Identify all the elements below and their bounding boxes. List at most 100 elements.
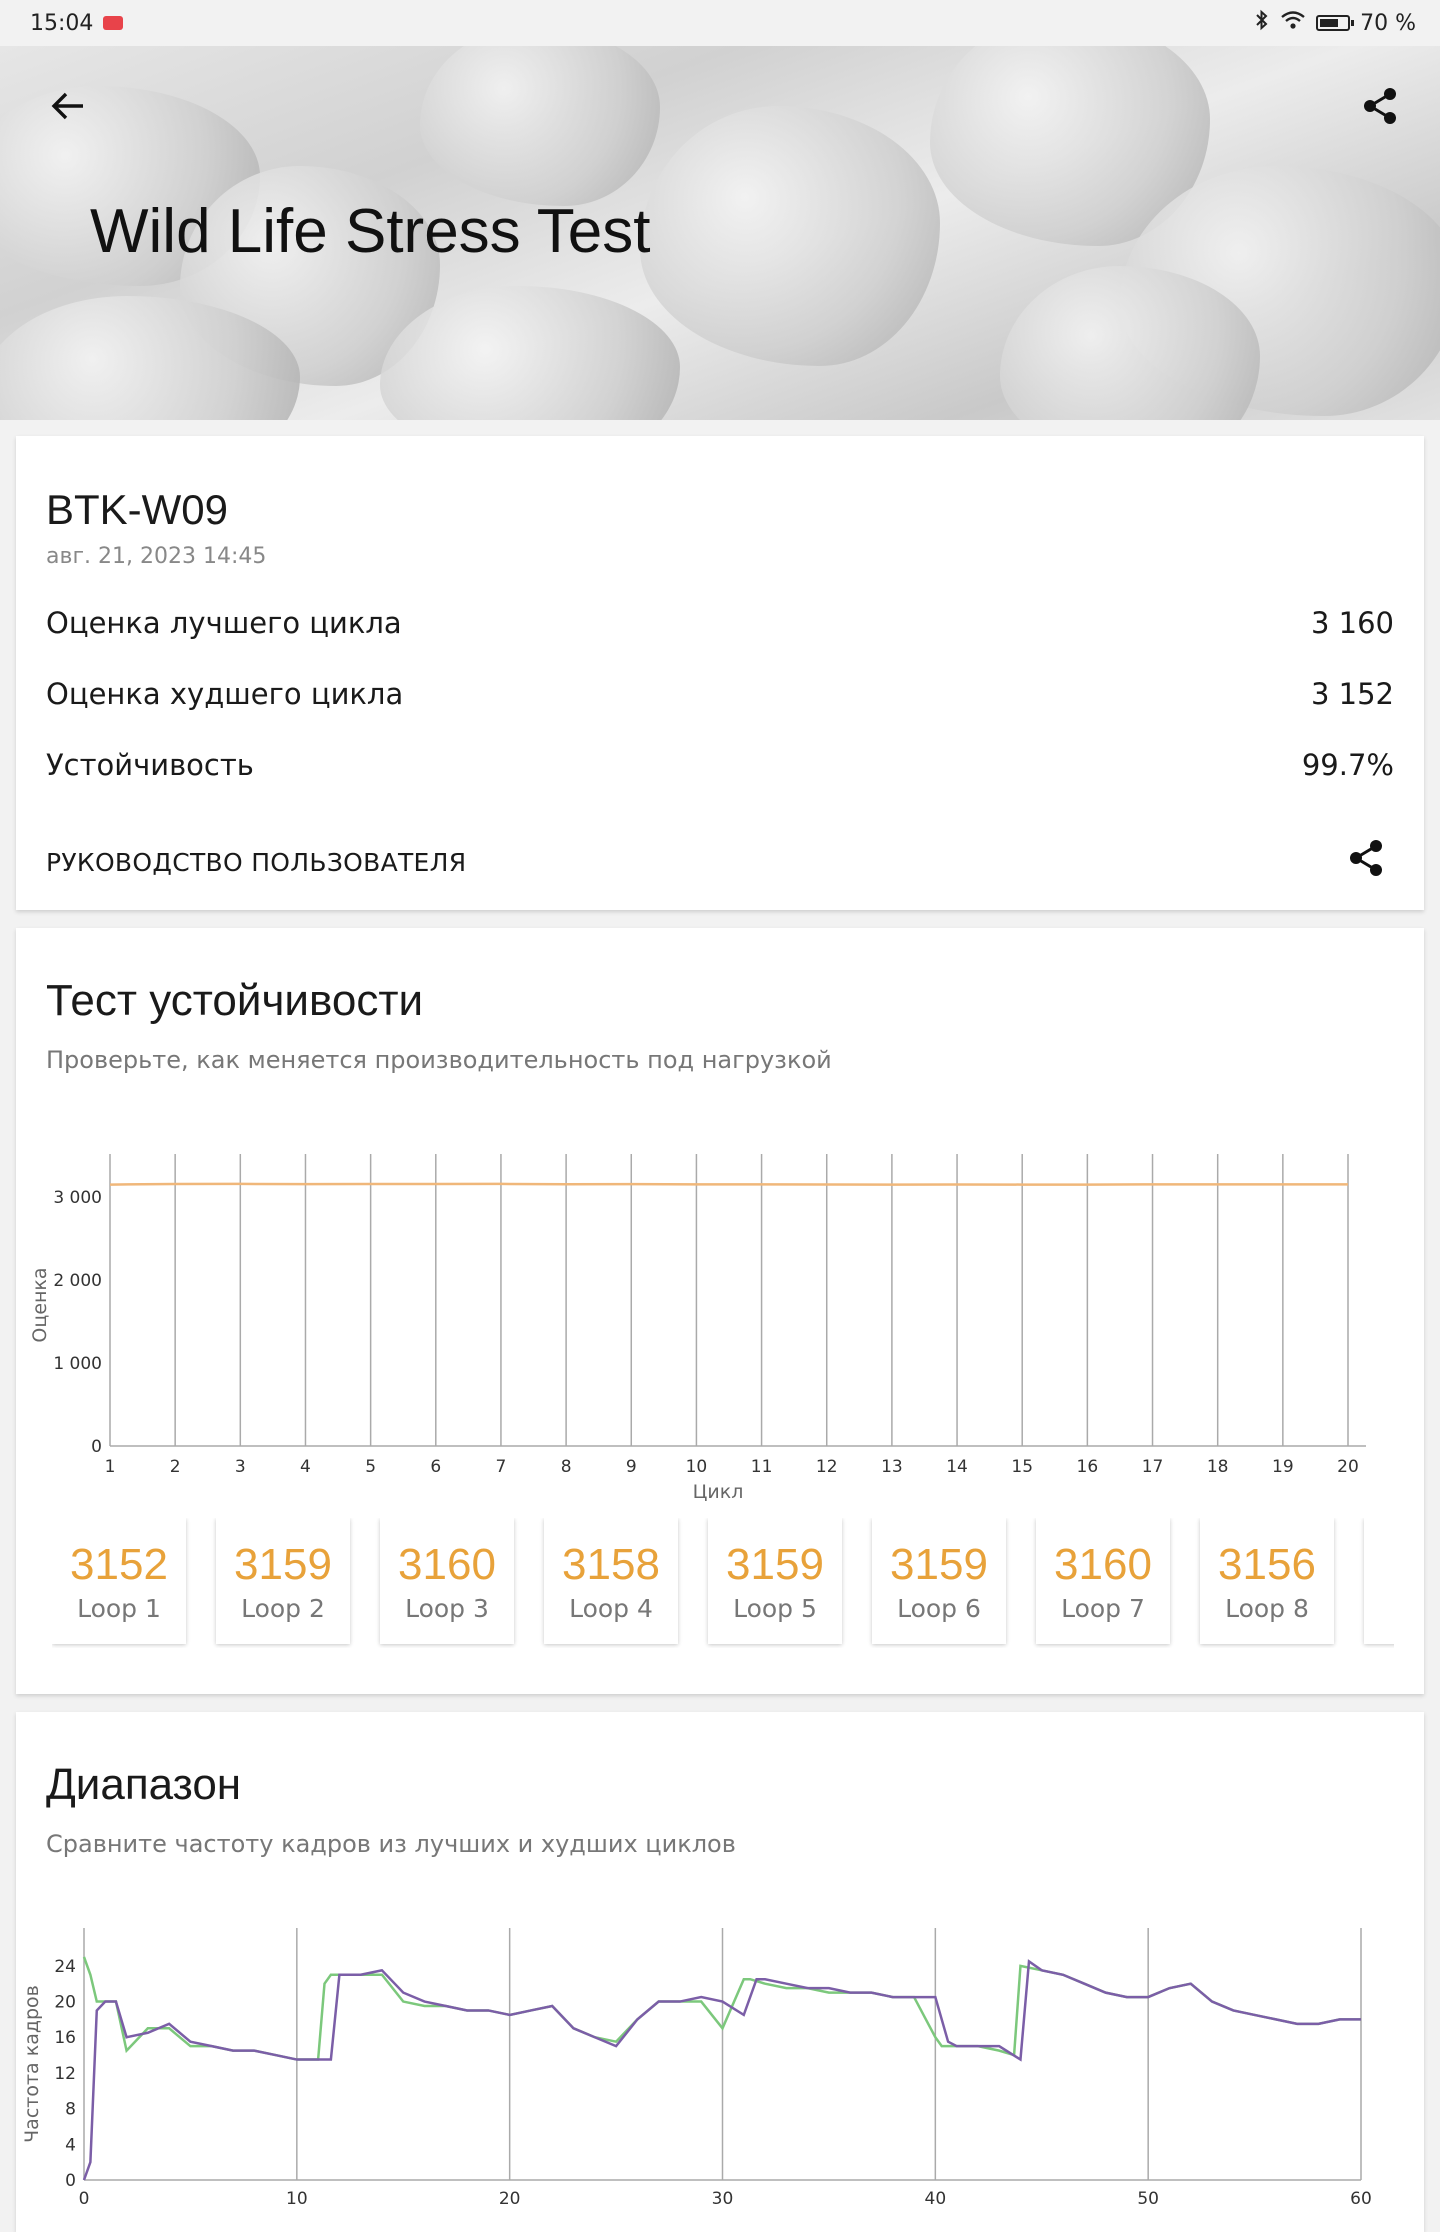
y-tick-label: 0	[65, 2171, 76, 2191]
worst-loop-label: Оценка худшего цикла	[46, 677, 403, 711]
loop-score: 3159	[234, 1540, 332, 1590]
stability-label: Устойчивость	[46, 748, 254, 782]
back-button[interactable]	[38, 76, 98, 136]
bluetooth-icon	[1254, 9, 1270, 37]
x-tick-label: 10	[286, 2189, 308, 2209]
loop-score: 3159	[890, 1540, 988, 1590]
score-series-line	[110, 1184, 1348, 1185]
loop-score: 3160	[1054, 1540, 1152, 1590]
battery-percent: 70 %	[1360, 11, 1416, 36]
y-tick-label: 1 000	[53, 1354, 102, 1374]
loop-label: Loop 1	[77, 1594, 161, 1623]
x-tick-label: 14	[946, 1457, 968, 1477]
worst-loop-value: 3 152	[1311, 677, 1394, 711]
loop-scores-list[interactable]: 3152 Loop 1 3159 Loop 2 3160 Loop 3 3158 Loop 4…	[52, 1518, 1394, 1648]
y-tick-label: 2 000	[53, 1271, 102, 1291]
x-tick-label: 20	[1337, 1457, 1359, 1477]
loop-card[interactable]: 3159 Loop 2	[216, 1518, 350, 1644]
loop-card[interactable]: 3160 Loop 3	[380, 1518, 514, 1644]
framerate-chart: 0 10 20 30 40 50 60 0 4 8 12 16 20 24 Частота кадров	[16, 1712, 1424, 2232]
loop-card[interactable]: 3159 Loop 6	[872, 1518, 1006, 1644]
x-tick-label: 4	[300, 1457, 311, 1477]
status-time: 15:04	[30, 11, 93, 36]
share-icon	[1362, 87, 1398, 125]
stability-value: 99.7%	[1302, 748, 1394, 782]
page-title: Wild Life Stress Test	[90, 196, 650, 267]
notification-icon	[103, 16, 123, 30]
summary-card: BTK-W09 авг. 21, 2023 14:45 Оценка лучше…	[16, 436, 1424, 910]
loop-label: Loop 4	[569, 1594, 653, 1623]
loop-score: 3159	[726, 1540, 824, 1590]
x-tick-label: 16	[1077, 1457, 1099, 1477]
stability-chart: 123456789101112131415161718192001 0002 0…	[16, 928, 1424, 1518]
summary-share-button[interactable]	[1336, 828, 1396, 888]
x-tick-label: 13	[881, 1457, 903, 1477]
x-tick-label: 60	[1350, 2189, 1372, 2209]
x-tick-label: 40	[925, 2189, 947, 2209]
device-name: BTK-W09	[46, 486, 228, 534]
x-tick-label: 15	[1011, 1457, 1033, 1477]
x-tick-label: 1	[105, 1457, 116, 1477]
y-tick-label: 12	[54, 2064, 76, 2084]
x-tick-label: 30	[712, 2189, 734, 2209]
x-tick-label: 6	[430, 1457, 441, 1477]
x-tick-label: 7	[496, 1457, 507, 1477]
y-tick-label: 16	[54, 2028, 76, 2048]
range-card: Диапазон Сравните частоту кадров из лучш…	[16, 1712, 1424, 2232]
share-button[interactable]	[1350, 76, 1410, 136]
x-tick-label: 2	[170, 1457, 181, 1477]
x-axis-label: Цикл	[693, 1481, 744, 1503]
best-loop-value: 3 160	[1311, 606, 1394, 640]
loop-card[interactable]: 3159 Loop 5	[708, 1518, 842, 1644]
wifi-icon	[1280, 10, 1306, 36]
x-tick-label: 19	[1272, 1457, 1294, 1477]
x-tick-label: 17	[1142, 1457, 1164, 1477]
loop-label: Loop 6	[897, 1594, 981, 1623]
worst-loop-row: Оценка худшего цикла 3 152	[46, 677, 1394, 711]
stability-card: Тест устойчивости Проверьте, как меняетс…	[16, 928, 1424, 1694]
share-icon	[1348, 839, 1384, 877]
best-loop-label: Оценка лучшего цикла	[46, 606, 402, 640]
loop-label: Loop 8	[1225, 1594, 1309, 1623]
loop-score: 3156	[1218, 1540, 1316, 1590]
x-tick-label: 0	[79, 2189, 90, 2209]
loop-score: 3160	[398, 1540, 496, 1590]
x-tick-label: 50	[1137, 2189, 1159, 2209]
header-banner: Wild Life Stress Test	[0, 46, 1440, 420]
battery-icon	[1316, 15, 1350, 31]
y-tick-label: 4	[65, 2135, 76, 2155]
x-tick-label: 8	[561, 1457, 572, 1477]
y-tick-label: 24	[54, 1957, 76, 1977]
x-tick-label: 12	[816, 1457, 838, 1477]
loop-label: Loop 2	[241, 1594, 325, 1623]
stability-row: Устойчивость 99.7%	[46, 748, 1394, 782]
x-tick-label: 18	[1207, 1457, 1229, 1477]
y-axis-label: Оценка	[29, 1267, 51, 1342]
status-bar: 15:04 70 %	[0, 0, 1440, 46]
loop-card[interactable]: 3160 Loop 7	[1036, 1518, 1170, 1644]
x-tick-label: 9	[626, 1457, 637, 1477]
loop-card[interactable]: 3156 Loop 8	[1200, 1518, 1334, 1644]
x-tick-label: 5	[365, 1457, 376, 1477]
user-guide-link[interactable]: РУКОВОДСТВО ПОЛЬЗОВАТЕЛЯ	[46, 848, 466, 877]
x-tick-label: 10	[686, 1457, 708, 1477]
loop-card[interactable]: 3152 Loop 1	[52, 1518, 186, 1644]
loop-label: Loop 5	[733, 1594, 817, 1623]
test-date: авг. 21, 2023 14:45	[46, 544, 266, 569]
loop-card[interactable]: 3	[1364, 1518, 1394, 1644]
best-loop-row: Оценка лучшего цикла 3 160	[46, 606, 1394, 640]
y-tick-label: 8	[65, 2100, 76, 2120]
x-tick-label: 20	[499, 2189, 521, 2209]
loop-score: 3158	[562, 1540, 660, 1590]
y-axis-label: Частота кадров	[21, 1985, 43, 2143]
loop-label: Loop 3	[405, 1594, 489, 1623]
loop-card[interactable]: 3158 Loop 4	[544, 1518, 678, 1644]
x-tick-label: 11	[751, 1457, 773, 1477]
loop-label: Loop 7	[1061, 1594, 1145, 1623]
y-tick-label: 3 000	[53, 1188, 102, 1208]
y-tick-label: 0	[91, 1437, 102, 1457]
x-tick-label: 3	[235, 1457, 246, 1477]
arrow-left-icon	[51, 91, 85, 121]
loop-score: 3152	[70, 1540, 168, 1590]
y-tick-label: 20	[54, 1993, 76, 2013]
